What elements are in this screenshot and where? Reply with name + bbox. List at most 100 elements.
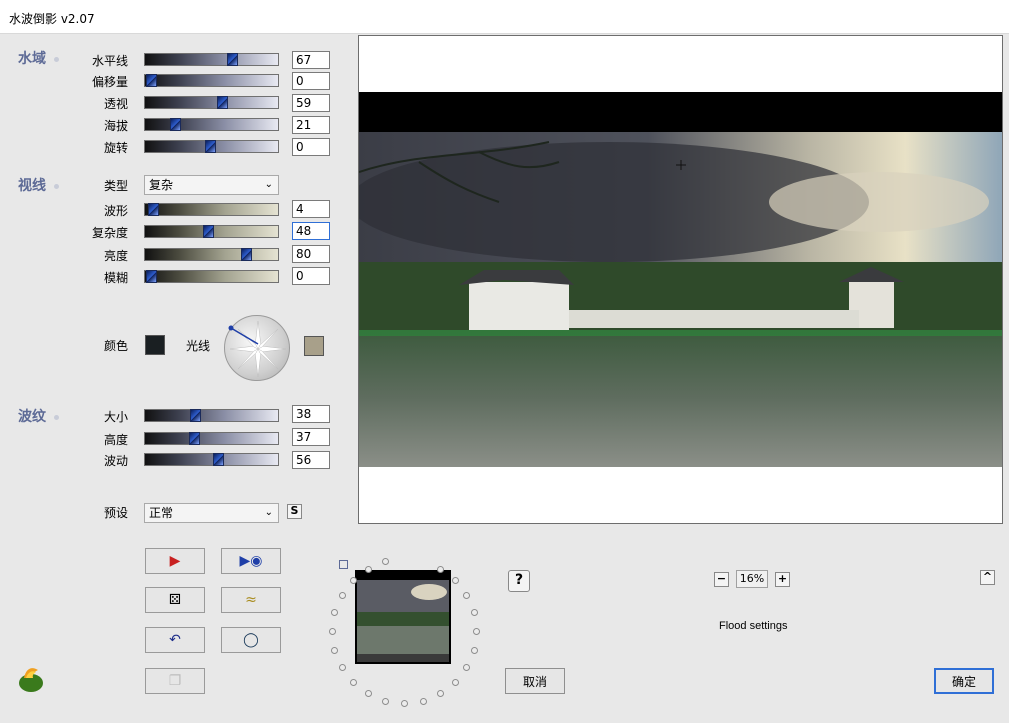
wave-icon: ≈ [245,592,257,608]
app-logo [16,664,46,694]
brightness-input[interactable]: 80 [292,245,330,263]
flame-logo-icon [19,668,43,692]
navigator-ring-dot [470,646,478,654]
blur-slider[interactable] [144,270,279,283]
offset-slider[interactable] [144,74,279,87]
waveform-slider-thumb[interactable] [148,203,159,216]
color-label: 颜色 [103,339,128,353]
navigator-ring-dot [473,628,480,635]
rotation-slider[interactable] [144,140,279,153]
reset-button[interactable]: ◯ [221,627,281,653]
ripple-motion-slider[interactable] [144,453,279,466]
preset-select[interactable]: 正常 ⌄ [144,503,279,523]
undo-button[interactable]: ↶ [145,627,205,653]
blur-input[interactable]: 0 [292,267,330,285]
altitude-slider-thumb[interactable] [170,118,181,131]
ripple-size-input[interactable]: 38 [292,405,330,423]
perspective-input[interactable]: 59 [292,94,330,112]
navigator-ring-dot [329,628,336,635]
navigator-ring-dot [419,697,427,705]
preset-label: 预设 [103,506,128,520]
navigator-ring-dot [338,664,346,671]
random-button[interactable]: ⚄ [145,587,205,613]
navigator-ring-dot [365,565,372,573]
ripple-height-input[interactable]: 37 [292,428,330,446]
title-bar: 水波倒影 v2.07 [0,0,1009,34]
waveform-label: 波形 [103,204,128,218]
copy-button[interactable]: ❐ [145,668,205,694]
altitude-label: 海拔 [103,119,128,133]
navigator-ring-dot [401,700,408,707]
section-water-label: 水域 [18,51,46,67]
window-title: 水波倒影 v2.07 [9,12,95,26]
blur-label: 模糊 [103,271,128,285]
ripple-size-slider[interactable] [144,409,279,422]
altitude-input[interactable]: 21 [292,116,330,134]
undo-icon: ↶ [169,632,181,648]
compass-star-icon [228,320,287,378]
thumbnail-image [357,572,449,662]
section-sight: 视线 [18,175,59,195]
chevron-down-icon: ⌄ [264,179,273,190]
ripple-motion-slider-thumb[interactable] [213,453,224,466]
rotation-label: 旋转 [103,141,128,155]
complexity-label: 复杂度 [91,226,128,240]
perspective-label: 透视 [103,97,128,111]
offset-slider-thumb[interactable] [146,74,157,87]
horizon-slider-thumb[interactable] [227,53,238,66]
save-preset-button[interactable]: S [287,504,302,519]
blur-slider-thumb[interactable] [146,270,157,283]
type-select-value: 复杂 [149,178,174,192]
navigator-ring-dot [350,678,358,686]
section-dot [54,183,59,189]
preview-panel[interactable] [358,35,1003,524]
light-color-swatch[interactable] [304,336,324,356]
play-red-button[interactable]: ▶ [145,548,205,574]
ripple-height-slider-thumb[interactable] [189,432,200,445]
dice-icon: ⚄ [168,592,182,608]
zoom-level: 16% [736,570,768,588]
preview-image[interactable] [359,132,1002,467]
type-select[interactable]: 复杂 ⌄ [144,175,279,195]
navigator-ring-dot [437,690,444,698]
brightness-slider[interactable] [144,248,279,261]
complexity-slider-thumb[interactable] [203,225,214,238]
help-button[interactable]: ? [508,570,530,592]
ripple-size-slider-thumb[interactable] [190,409,201,422]
waveform-slider[interactable] [144,203,279,216]
horizon-input[interactable]: 67 [292,51,330,69]
wave-button[interactable]: ≈ [221,587,281,613]
perspective-slider[interactable] [144,96,279,109]
ok-button[interactable]: 确定 [934,668,994,694]
ripple-motion-input[interactable]: 56 [292,451,330,469]
rotation-slider-thumb[interactable] [205,140,216,153]
perspective-slider-thumb[interactable] [217,96,228,109]
section-dot [54,414,59,420]
rotation-input[interactable]: 0 [292,138,330,156]
zoom-out-button[interactable]: − [714,572,729,587]
waveform-input[interactable]: 4 [292,200,330,218]
play-red-icon: ▶ [169,553,181,569]
complexity-input[interactable]: 48 [292,222,330,240]
horizon-slider[interactable] [144,53,279,66]
light-direction-dial[interactable] [224,315,290,381]
offset-input[interactable]: 0 [292,72,330,90]
ripple-height-slider[interactable] [144,432,279,445]
altitude-slider[interactable] [144,118,279,131]
zoom-in-button[interactable]: + [775,572,790,587]
collapse-button[interactable]: ^ [980,570,995,585]
ripple-size-label: 大小 [103,410,128,424]
navigator-ring-dot [382,697,390,705]
navigator-toggle-icon[interactable] [339,560,348,569]
light-label: 光线 [185,339,210,353]
complexity-slider[interactable] [144,225,279,238]
navigator-thumbnail[interactable] [355,570,451,664]
section-ripple-label: 波纹 [18,409,46,425]
cancel-button[interactable]: 取消 [505,668,565,694]
navigator-ring-dot [365,690,372,698]
flood-settings-label: Flood settings [719,620,788,632]
brightness-slider-thumb[interactable] [241,248,252,261]
ripple-height-label: 高度 [103,433,128,447]
ring-icon: ◯ [243,632,259,648]
play-cd-button[interactable]: ▶◉ [221,548,281,574]
